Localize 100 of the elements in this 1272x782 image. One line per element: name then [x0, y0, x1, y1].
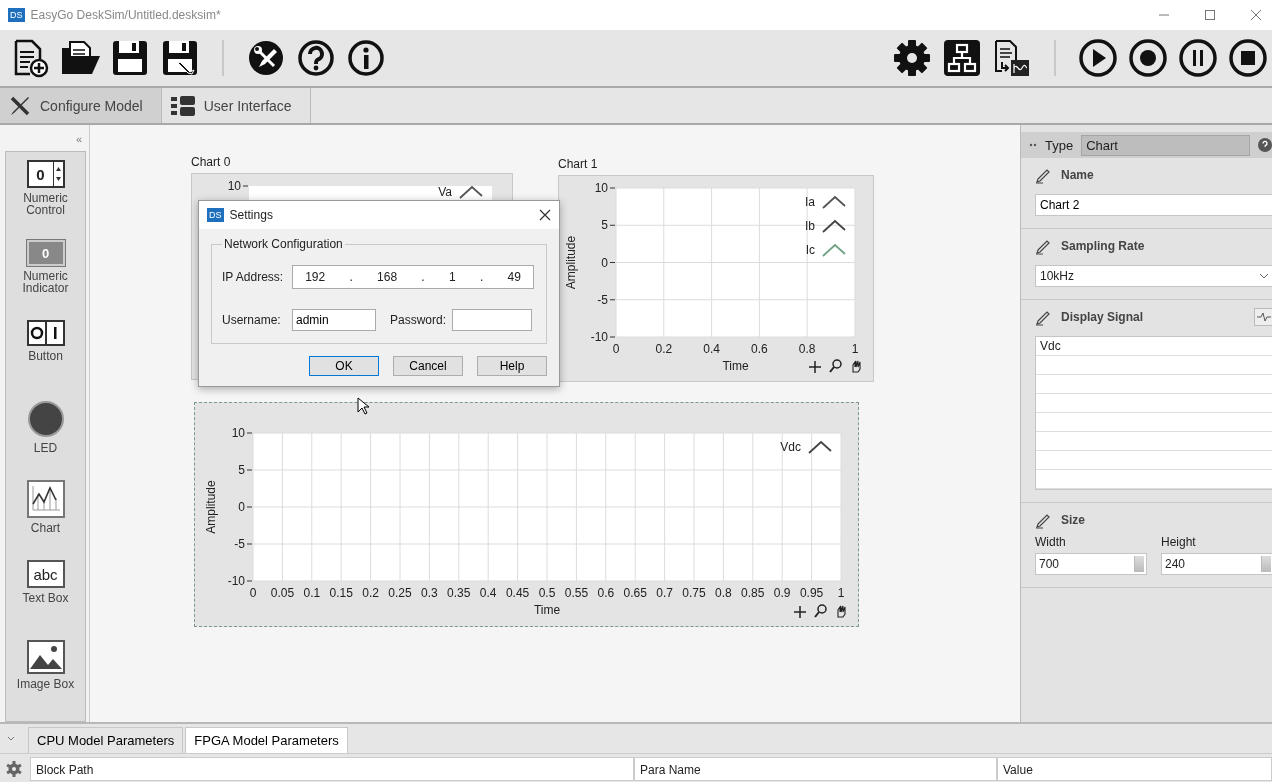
x-tick-label: 0.2	[655, 342, 673, 356]
palette-label: Numeric Control	[22, 192, 69, 216]
chart-panel[interactable]: 10 5 0 -5 -10 0 0.05 0.1 0.15 0.2 0.25 0.3 0.35 0.4 0.45 0.5 0.55 0.6 0.65 0.7 0.75 0.8 0.85 0.9 0.95 1 Time Amplitude Vdc	[194, 402, 859, 627]
field-label: Password:	[390, 313, 448, 327]
text-box-icon[interactable]: abc	[26, 560, 65, 588]
y-tick-label: 0	[238, 500, 246, 514]
y-tick-label: 0	[601, 255, 609, 270]
y-tick-label: -5	[597, 292, 609, 307]
width-spinbox[interactable]: 700	[1035, 553, 1147, 575]
palette-label: LED	[32, 442, 59, 454]
x-tick-label: 0.2	[362, 586, 379, 600]
y-tick-label: 5	[601, 218, 616, 233]
chart-panel[interactable]: 10 5 0 -5 -10 0 0.2 0.4 0.6 0.8 1 Time Amplitude Ia Ib Ic	[558, 175, 874, 382]
y-tick-label: 10	[231, 426, 246, 440]
x-tick-label: 0.55	[564, 586, 589, 600]
x-tick-label: 0.95	[799, 586, 824, 600]
crosshair-icon[interactable]	[808, 360, 822, 374]
x-tick-label: 0.3	[421, 586, 438, 600]
section-title: Display Signal	[1061, 310, 1144, 324]
field-label: Username:	[222, 313, 282, 327]
y-tick-label: -10	[590, 330, 609, 344]
username-field[interactable]: admin	[292, 309, 376, 331]
numeric-indicator-icon[interactable]: 0	[26, 240, 65, 266]
sampling-rate-dropdown[interactable]: 10kHz	[1035, 265, 1272, 287]
column-header: Value	[997, 757, 1272, 782]
signal-list-item[interactable]: Vdc	[1036, 337, 1272, 356]
field-label: Width	[1035, 535, 1067, 549]
x-tick-label: 0.1	[303, 586, 321, 600]
y-tick-label: 0	[238, 500, 253, 514]
crosshair-icon[interactable]	[793, 605, 807, 619]
x-tick-label: 0.65	[623, 586, 647, 600]
x-tick-label: 0.8	[798, 342, 816, 356]
help-icon[interactable]	[1258, 138, 1272, 152]
column-header: Block Path	[30, 757, 634, 782]
y-tick-label: 10	[594, 181, 609, 195]
y-axis-label: Amplitude	[564, 235, 578, 290]
ip-address-field[interactable]: 192 . 168 . 1 . 49	[292, 265, 534, 289]
numeric-control-icon[interactable]: 0	[26, 160, 65, 188]
parameter-tab[interactable]: FPGA Model Parameters	[185, 727, 348, 754]
pause-icon[interactable]	[1178, 38, 1218, 78]
mode-tab[interactable]: Configure Model	[0, 88, 162, 123]
palette-label: Image Box	[15, 678, 76, 690]
x-tick-label: 0.35	[447, 586, 471, 600]
x-tick-label: 0.8	[715, 586, 732, 600]
record-icon[interactable]	[1128, 38, 1168, 78]
x-tick-label: 0.5	[538, 586, 556, 600]
password-field[interactable]	[452, 309, 532, 331]
x-tick-label: 0.05	[270, 586, 295, 600]
file-wave-icon[interactable]	[992, 38, 1032, 78]
network-icon[interactable]	[942, 38, 982, 78]
legend-label: Va	[438, 185, 452, 199]
x-tick-label: 0.9	[773, 586, 791, 600]
dialog-button[interactable]: Cancel	[393, 356, 463, 376]
pan-hand-icon[interactable]	[837, 605, 846, 618]
close-icon[interactable]	[539, 209, 551, 221]
pan-hand-icon[interactable]	[852, 360, 861, 373]
palette-label: Chart	[29, 522, 62, 534]
collapse-toggle[interactable]: «	[75, 133, 82, 145]
dialog-button[interactable]: OK	[309, 356, 379, 376]
y-axis-label: Amplitude	[204, 480, 218, 534]
toggle-switch-icon[interactable]	[26, 320, 65, 346]
y-tick-label: -5	[234, 537, 246, 551]
y-tick-label: -5	[234, 537, 253, 551]
zoom-icon[interactable]	[829, 359, 842, 373]
grip-icon[interactable]	[1029, 142, 1037, 148]
maximize-icon[interactable]	[1204, 9, 1216, 21]
y-tick-label: 5	[601, 218, 609, 233]
name-field[interactable]: Chart 2	[1035, 194, 1272, 216]
y-tick-label: -10	[590, 330, 616, 344]
chevron-down-icon	[1259, 273, 1269, 279]
play-icon[interactable]	[1078, 38, 1118, 78]
column-header: Para Name	[634, 757, 997, 782]
palette-label: Numeric Indicator	[21, 270, 70, 294]
section-title: Size	[1061, 513, 1085, 527]
save-icon[interactable]	[110, 38, 150, 78]
info-icon[interactable]	[346, 38, 386, 78]
x-tick-label: 0.75	[682, 586, 706, 600]
y-tick-label: 5	[238, 463, 253, 477]
image-icon[interactable]	[26, 640, 65, 674]
tools-icon[interactable]	[246, 38, 286, 78]
chart-icon[interactable]	[26, 480, 65, 518]
settings-icon[interactable]	[892, 38, 932, 78]
y-tick-label: -10	[227, 574, 253, 588]
section-title: Sampling Rate	[1061, 239, 1145, 253]
x-tick-label: 0.45	[505, 586, 530, 600]
led-icon[interactable]	[26, 400, 65, 438]
stop-icon[interactable]	[1228, 38, 1268, 78]
height-spinbox[interactable]: 240	[1161, 553, 1272, 575]
app-logo: DS	[207, 208, 224, 222]
window-title: EasyGo DeskSim/Untitled.desksim*	[30, 8, 221, 22]
signal-button-icon[interactable]	[1254, 308, 1272, 326]
save-as-icon[interactable]	[160, 38, 200, 78]
section-title: Name	[1061, 168, 1094, 182]
x-tick-label: 0.6	[597, 586, 615, 600]
dialog-button[interactable]: Help	[477, 356, 547, 376]
zoom-icon[interactable]	[814, 604, 827, 618]
y-tick-label: 10	[231, 426, 253, 440]
parameter-tab[interactable]: CPU Model Parameters	[28, 727, 184, 754]
help-icon[interactable]	[296, 38, 336, 78]
y-tick-label: 0	[601, 255, 616, 270]
